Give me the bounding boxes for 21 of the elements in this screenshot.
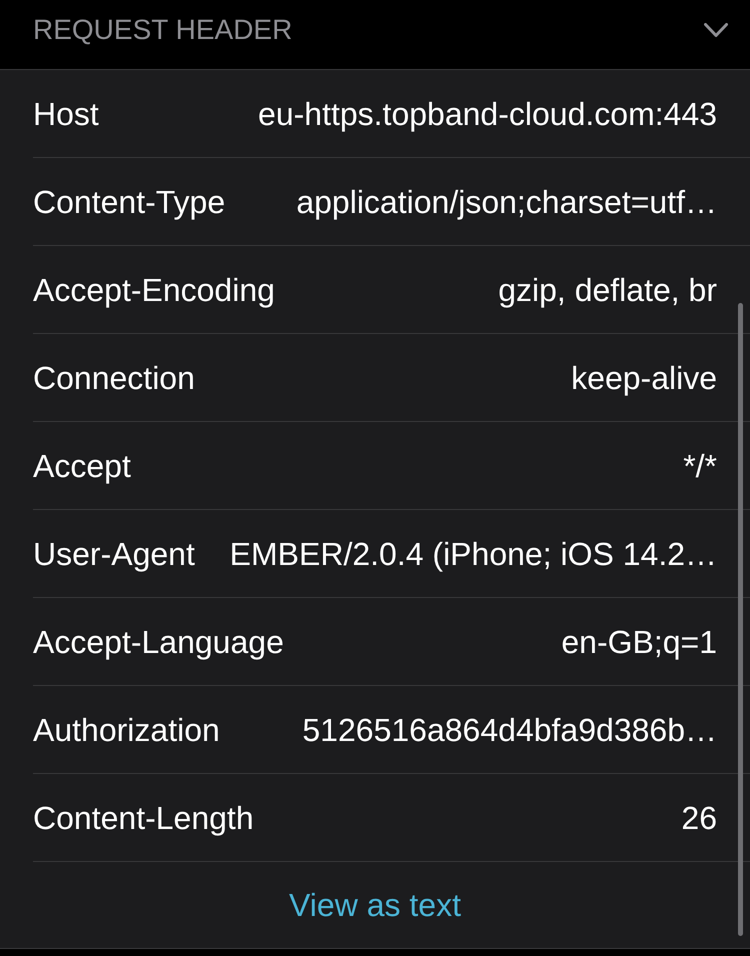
header-value: */* xyxy=(683,450,717,482)
header-name: Connection xyxy=(33,362,195,394)
chevron-icon[interactable] xyxy=(704,22,728,38)
header-name: Host xyxy=(33,98,99,130)
header-value: keep-alive xyxy=(571,362,717,394)
header-value: en-GB;q=1 xyxy=(561,626,717,658)
header-name: Accept xyxy=(33,450,131,482)
header-value: gzip, deflate, br xyxy=(498,274,717,306)
section-title: REQUEST HEADER xyxy=(33,16,292,44)
header-value: EMBER/2.0.4 (iPhone; iOS 14.2… xyxy=(230,538,717,570)
header-value: 26 xyxy=(681,802,717,834)
header-value: application/json;charset=utf… xyxy=(296,186,717,218)
header-name: Content-Length xyxy=(33,802,254,834)
header-name: Accept-Encoding xyxy=(33,274,275,306)
header-name: Authorization xyxy=(33,714,220,746)
header-value: eu-https.topband-cloud.com:443 xyxy=(258,98,717,130)
header-name: User-Agent xyxy=(33,538,195,570)
header-name: Accept-Language xyxy=(33,626,284,658)
header-value: 5126516a864d4bfa9d386b… xyxy=(302,714,717,746)
view-as-text-link[interactable]: View as text xyxy=(289,889,461,921)
header-name: Content-Type xyxy=(33,186,226,218)
